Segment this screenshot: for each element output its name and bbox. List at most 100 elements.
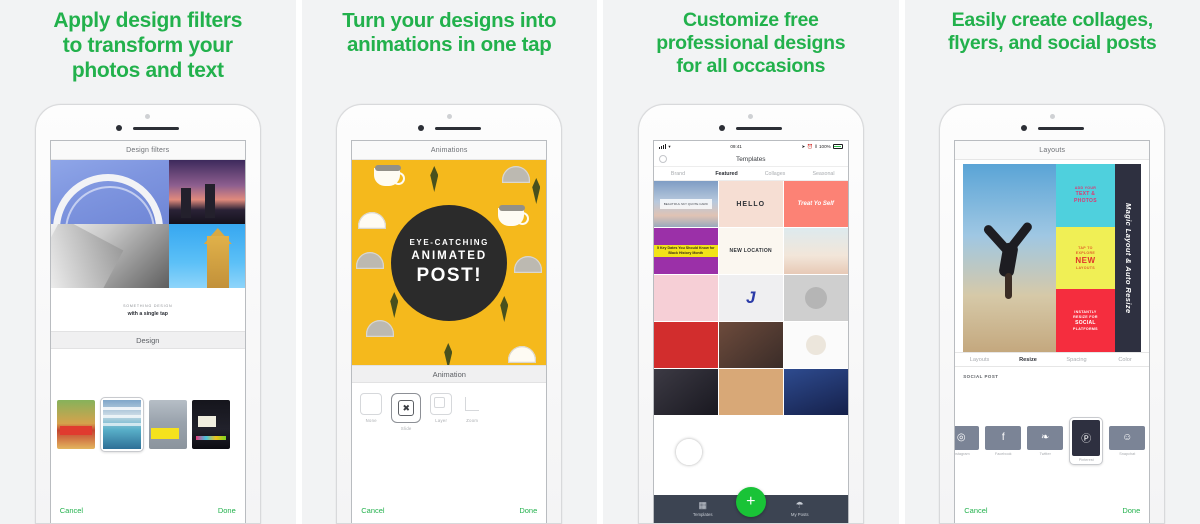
front-camera-icon [417, 125, 424, 131]
screen-footer: Cancel Done [955, 497, 1150, 523]
social-option-instagram[interactable]: ◎ Instagram [955, 425, 980, 456]
side-banner-text: Magic Layout & Auto Resize [1123, 202, 1133, 314]
photo-london-eye[interactable] [50, 160, 169, 224]
animation-option-layer[interactable]: Layer [430, 393, 453, 423]
cell-line: EXPLORE [1075, 251, 1096, 255]
phone-screen: Layouts ADD YOUR TEXT & PHOTOS TAP TO EX… [954, 140, 1151, 523]
sensor-row [1020, 125, 1084, 131]
tab-seasonal[interactable]: Seasonal [799, 171, 848, 177]
animation-option-label: None [365, 418, 377, 423]
layout-cell-red[interactable]: INSTANTLY RESIZE FOR SOCIAL PLATFORMS [1055, 289, 1116, 353]
animation-option-slide-selected[interactable]: ✖ Slide [391, 393, 422, 431]
template-card[interactable] [783, 369, 848, 415]
layout-text-column: ADD YOUR TEXT & PHOTOS TAP TO EXPLORE NE… [1055, 164, 1116, 353]
animated-post-canvas[interactable]: EYE-CATCHING ANIMATED POST! [352, 160, 547, 365]
photo-tower-bridge[interactable] [168, 160, 245, 224]
filter-thumbnail-strip[interactable] [51, 349, 245, 497]
panel-headline: Easily create collages, flyers, and soci… [948, 9, 1157, 54]
tab-templates[interactable]: ▦ Templates [692, 501, 713, 518]
template-card[interactable]: HELLO [718, 181, 783, 227]
cancel-button[interactable]: Cancel [60, 506, 83, 515]
phone-screen: Design filters SOMETHING DESIGN with a s… [49, 140, 246, 523]
template-card[interactable] [653, 275, 718, 321]
template-card[interactable] [718, 322, 783, 368]
animation-option-none[interactable]: None [360, 393, 383, 423]
layout-cell-cyan[interactable]: ADD YOUR TEXT & PHOTOS [1055, 164, 1116, 227]
template-card[interactable]: NEW LOCATION [718, 228, 783, 274]
social-option-snapchat[interactable]: ☺ Snapchat [1109, 425, 1146, 456]
animation-option-zoom[interactable]: Zoom [461, 393, 483, 423]
done-button[interactable]: Done [1122, 506, 1140, 515]
bottom-tab-bar[interactable]: ▦ Templates + ☂ My Posts [653, 487, 848, 523]
template-card-text: BEAUTIFUL SKY QUOTE CARD [659, 198, 712, 210]
screen-footer: Cancel Done [352, 497, 547, 523]
social-option-facebook[interactable]: f Facebook [985, 425, 1022, 456]
template-card[interactable]: BEAUTIFUL SKY QUOTE CARD [653, 181, 718, 227]
template-card[interactable] [783, 228, 848, 274]
template-card[interactable] [718, 369, 783, 415]
panel-headline: Apply design filters to transform your p… [53, 9, 243, 82]
photo-handstand[interactable] [963, 164, 1056, 352]
template-card[interactable]: J [718, 275, 783, 321]
social-size-options[interactable]: ◎ Instagram f Facebook ❧ Twitter Ⓟ Pinte… [955, 379, 1149, 497]
panel-headline: Customize free professional designs for … [656, 9, 846, 77]
photo-bw-building[interactable] [50, 224, 169, 288]
template-card-text: NEW LOCATION [729, 248, 772, 254]
poster-line-2: ANIMATED [411, 250, 488, 262]
nav-bar: Templates [653, 152, 848, 167]
menu-icon[interactable] [658, 155, 667, 163]
filter-thumb-beach-selected[interactable] [99, 396, 144, 452]
done-button[interactable]: Done [218, 506, 236, 515]
tab-my-posts[interactable]: ☂ My Posts [791, 501, 809, 518]
cancel-button[interactable]: Cancel [361, 506, 384, 515]
tab-color[interactable]: Color [1101, 357, 1150, 363]
layout-preview-canvas[interactable]: ADD YOUR TEXT & PHOTOS TAP TO EXPLORE NE… [955, 160, 1150, 353]
phone-mockup: Design filters SOMETHING DESIGN with a s… [34, 104, 261, 524]
photo-collage[interactable] [50, 160, 245, 288]
template-card[interactable] [783, 322, 848, 368]
doodle-shell-icon [358, 212, 387, 229]
photo-big-ben[interactable] [168, 224, 245, 288]
template-card[interactable] [653, 369, 718, 415]
tab-spacing[interactable]: Spacing [1052, 357, 1101, 363]
template-card[interactable] [653, 322, 718, 368]
done-button[interactable]: Done [519, 506, 537, 515]
facebook-icon: f [985, 425, 1022, 450]
filter-thumb-yellow[interactable] [148, 399, 187, 449]
template-card[interactable]: 5 Key Dates You Should Know for Black Hi… [653, 228, 718, 274]
layout-tool-tabs[interactable]: Layouts Resize Spacing Color [955, 352, 1150, 367]
signal-icon [658, 144, 667, 149]
caption-small: SOMETHING DESIGN [123, 304, 173, 308]
create-new-button[interactable]: + [735, 487, 766, 517]
plus-icon: + [746, 493, 756, 510]
snapchat-icon: ☺ [1109, 425, 1146, 450]
doodle-shell-icon [366, 320, 395, 337]
social-option-pinterest-selected[interactable]: Ⓟ Pinterest [1069, 416, 1104, 465]
nav-title: Design filters [50, 141, 245, 160]
filter-thumb-food[interactable] [56, 399, 95, 449]
phone-mockup: Layouts ADD YOUR TEXT & PHOTOS TAP TO EX… [939, 104, 1166, 524]
animation-option-list[interactable]: None ✖ Slide Layer Zoom [352, 383, 546, 497]
tab-resize[interactable]: Resize [1004, 357, 1053, 363]
front-sensor-dot [748, 114, 754, 119]
layers-icon [430, 393, 453, 415]
filter-thumb-dark[interactable] [191, 399, 230, 449]
tab-collages[interactable]: Collages [751, 171, 800, 177]
cancel-button[interactable]: Cancel [964, 506, 987, 515]
cell-line: PHOTOS [1074, 198, 1097, 205]
tab-label: Templates [692, 512, 713, 517]
template-card[interactable] [783, 275, 848, 321]
tab-brand[interactable]: Brand [654, 171, 703, 177]
panel-layouts: Easily create collages, flyers, and soci… [904, 0, 1200, 524]
instagram-icon: ◎ [955, 425, 980, 450]
tab-featured[interactable]: Featured [702, 171, 751, 177]
template-category-tabs[interactable]: Brand Featured Collages Seasonal [653, 167, 848, 181]
template-grid[interactable]: BEAUTIFUL SKY QUOTE CARD HELLO Treat Yo … [653, 181, 848, 495]
poster-badge: EYE-CATCHING ANIMATED POST! [391, 204, 508, 321]
layout-cell-yellow[interactable]: TAP TO EXPLORE NEW LAYOUTS [1055, 226, 1116, 290]
social-option-twitter[interactable]: ❧ Twitter [1027, 425, 1064, 456]
template-card[interactable]: Treat Yo Self [783, 181, 848, 227]
cell-line: ADD YOUR [1074, 186, 1097, 191]
alarm-icon: ⏰ [807, 143, 814, 149]
tab-layouts[interactable]: Layouts [955, 357, 1004, 363]
